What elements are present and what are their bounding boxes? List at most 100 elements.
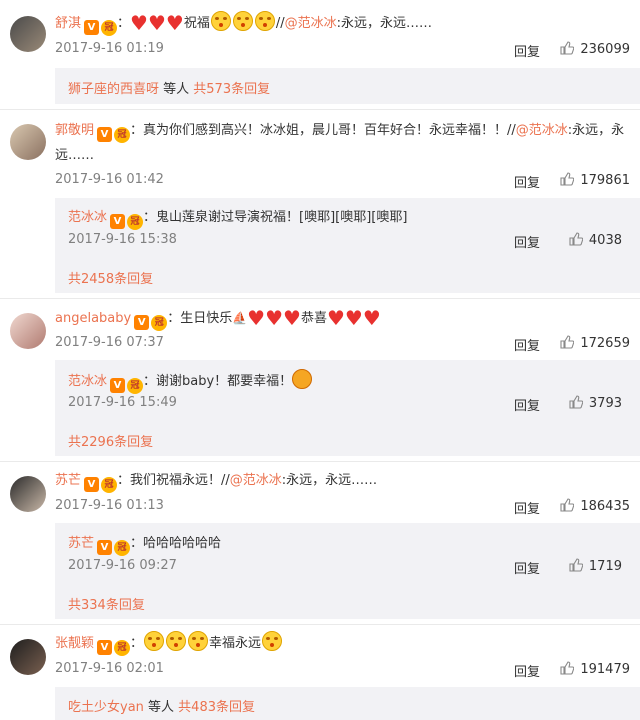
comment-text: 苏芒 V 冠：我们祝福永远！//@范冰冰:永远，永远…… — [55, 468, 630, 494]
summary-label: 等人 — [159, 82, 194, 97]
avatar[interactable] — [10, 476, 46, 512]
comment-item: 苏芒 V 冠：我们祝福永远！//@范冰冰:永远，永远…… 2017-9-16 01:… — [0, 462, 640, 624]
mention-link[interactable]: @范冰冰 — [285, 16, 337, 31]
reply-body: ：哈哈哈哈哈哈 — [130, 536, 222, 551]
thumb-up-icon — [560, 661, 575, 675]
reply-button[interactable]: 回复 — [514, 232, 540, 251]
thumb-up-icon — [569, 232, 583, 246]
verified-badge-icon: V — [110, 378, 126, 393]
comment-body: 恭喜 — [300, 311, 327, 326]
heart-emoji-icon: ♥♥♥ — [130, 11, 184, 35]
verified-badge-icon: V — [97, 540, 113, 555]
crown-badge-icon: 冠 — [114, 640, 131, 656]
like-button[interactable]: 4038 — [569, 232, 622, 248]
comment-item: 张靓颖 V 冠：幸福永远 2017-9-16 02:01 回复 191479 吃土少… — [0, 625, 640, 720]
crown-badge-icon: 冠 — [127, 214, 144, 230]
comment-text: 郭敬明 V 冠：真为你们感到高兴！冰冰姐，晨儿哥！百年好合！永远幸福！！//@范冰冰… — [55, 118, 630, 168]
crown-badge-icon: 冠 — [127, 378, 144, 394]
reply-timestamp: 2017-9-16 15:49 — [68, 395, 177, 410]
comment-text: 舒淇 V 冠：♥♥♥祝福//@范冰冰:永远，永远…… — [55, 11, 433, 36]
like-button[interactable]: 1719 — [569, 558, 622, 574]
more-replies-link[interactable]: 共2458条回复 — [68, 268, 153, 287]
username[interactable]: angelababy — [55, 311, 131, 326]
comment-body: 祝福 — [183, 16, 210, 31]
username[interactable]: 苏芒 — [55, 473, 81, 488]
username[interactable]: 郭敬明 — [55, 123, 94, 138]
like-button[interactable]: 3793 — [569, 395, 622, 411]
heart-emoji-icon: ♥♥♥ — [326, 306, 381, 330]
verified-badge-icon: V — [84, 477, 100, 492]
avatar[interactable] — [10, 639, 46, 675]
reply-text: 范冰冰 V 冠：谢谢baby！都要幸福！ — [68, 369, 313, 394]
like-count: 4038 — [588, 233, 622, 248]
smile-emoji-icon — [210, 11, 231, 31]
like-count: 191479 — [580, 662, 630, 677]
smile-emoji-icon — [262, 631, 283, 651]
comment-item: 郭敬明 V 冠：真为你们感到高兴！冰冰姐，晨儿哥！百年好合！永远幸福！！//@范冰冰… — [0, 110, 640, 298]
thumb-up-icon — [569, 558, 583, 572]
comment-item: angelababy V 冠：生日快乐⛵♥♥♥恭喜♥♥♥ 2017-9-16 07:… — [0, 299, 640, 461]
reply-button[interactable]: 回复 — [514, 661, 540, 680]
like-button[interactable]: 179861 — [560, 172, 630, 188]
like-count: 3793 — [588, 396, 622, 411]
reply-button[interactable]: 回复 — [514, 41, 540, 60]
comment-body: :永远，永远…… — [336, 16, 433, 31]
timestamp: 2017-9-16 02:01 — [55, 661, 164, 676]
more-replies-link[interactable]: 共573条回复 — [193, 82, 270, 97]
smile-emoji-icon — [166, 631, 187, 651]
verified-badge-icon: V — [134, 315, 150, 330]
avatar[interactable] — [10, 124, 46, 160]
reply-user-link[interactable]: 狮子座的西喜呀 — [68, 82, 159, 97]
thumb-up-icon — [560, 41, 575, 55]
comment-body: :永远，永远…… — [281, 473, 378, 488]
more-replies-link[interactable]: 共334条回复 — [68, 594, 145, 613]
reply-summary-text[interactable]: 吃土少女yan 等人 共483条回复 — [68, 696, 255, 715]
timestamp: 2017-9-16 07:37 — [55, 335, 164, 350]
username[interactable]: 舒淇 — [55, 16, 81, 31]
like-button[interactable]: 186435 — [560, 498, 630, 514]
avatar[interactable] — [10, 16, 46, 52]
thumb-up-icon — [560, 498, 575, 512]
reply-body: ：鬼山莲泉谢过导演祝福！[噢耶][噢耶][噢耶] — [143, 210, 408, 225]
like-count: 186435 — [580, 499, 630, 514]
like-count: 172659 — [580, 336, 630, 351]
gift-emoji-icon — [292, 369, 313, 389]
crown-badge-icon: 冠 — [151, 315, 168, 331]
reply-button[interactable]: 回复 — [514, 558, 540, 577]
like-button[interactable]: 172659 — [560, 335, 630, 351]
like-count: 179861 — [580, 173, 630, 188]
summary-label: 等人 — [143, 700, 179, 715]
avatar[interactable] — [10, 313, 46, 349]
thumb-up-icon — [569, 395, 583, 409]
reply-username[interactable]: 苏芒 — [68, 536, 94, 551]
verified-badge-icon: V — [84, 20, 100, 35]
like-count: 1719 — [588, 559, 622, 574]
comment-body: ：我们祝福永远！// — [117, 473, 230, 488]
reply-button[interactable]: 回复 — [514, 395, 540, 414]
reply-button[interactable]: 回复 — [514, 498, 540, 517]
comment-item: 舒淇 V 冠：♥♥♥祝福//@范冰冰:永远，永远…… 2017-9-16 01:19… — [0, 0, 640, 110]
more-replies-link[interactable]: 共483条回复 — [178, 700, 255, 715]
mention-link[interactable]: @范冰冰 — [516, 123, 568, 138]
more-replies-link[interactable]: 共2296条回复 — [68, 431, 153, 450]
crown-badge-icon: 冠 — [114, 127, 131, 143]
crown-badge-icon: 冠 — [101, 20, 118, 36]
reply-summary-text[interactable]: 狮子座的西喜呀 等人 共573条回复 — [68, 78, 270, 97]
reply-user-link[interactable]: 吃土少女yan — [68, 700, 144, 715]
reply-username[interactable]: 范冰冰 — [68, 374, 107, 389]
reply-button[interactable]: 回复 — [514, 335, 540, 354]
username[interactable]: 张靓颖 — [55, 636, 94, 651]
heart-emoji-icon: ♥♥♥ — [247, 306, 301, 330]
verified-badge-icon: V — [97, 640, 113, 655]
thumb-up-icon — [560, 172, 575, 186]
cake-icon: ⛵ — [232, 311, 248, 325]
reply-button[interactable]: 回复 — [514, 172, 540, 191]
mention-link[interactable]: @范冰冰 — [230, 473, 282, 488]
smile-emoji-icon — [232, 11, 253, 31]
like-button[interactable]: 236099 — [560, 41, 630, 57]
like-button[interactable]: 191479 — [560, 661, 630, 677]
reply-username[interactable]: 范冰冰 — [68, 210, 107, 225]
thumb-up-icon — [560, 335, 575, 349]
smile-emoji-icon — [254, 11, 275, 31]
crown-badge-icon: 冠 — [114, 540, 131, 556]
